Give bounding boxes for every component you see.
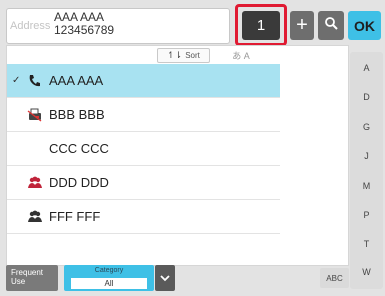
search-icon xyxy=(324,16,338,35)
list-item-label: CCC CCC xyxy=(49,141,109,156)
frequent-use-label-2: Use xyxy=(11,277,26,286)
index-letter-a[interactable]: A xyxy=(350,63,383,73)
category-dropdown-button[interactable] xyxy=(155,265,175,291)
list-item[interactable]: BBB BBB xyxy=(7,98,280,131)
frequent-use-label: Frequent xyxy=(11,268,44,277)
address-caption: Address xyxy=(10,20,51,32)
index-letter-m[interactable]: M xyxy=(350,181,383,191)
sort-bar: ↿⇂ Sort あ A xyxy=(7,46,348,64)
index-bar[interactable]: A D G J M P T W xyxy=(350,52,383,289)
list-item[interactable]: ✓ AAA AAA xyxy=(7,64,280,97)
index-letter-g[interactable]: G xyxy=(350,122,383,132)
phone-icon xyxy=(27,73,43,89)
ok-button[interactable]: OK xyxy=(348,11,381,40)
search-button[interactable] xyxy=(318,11,344,40)
sort-label: Sort xyxy=(185,51,200,60)
fax-icon xyxy=(27,107,43,123)
address-number: 123456789 xyxy=(54,23,115,37)
row-divider xyxy=(7,233,280,234)
check-icon: ✓ xyxy=(12,75,21,86)
index-letter-w[interactable]: W xyxy=(350,267,383,277)
chevron-down-icon xyxy=(160,269,170,287)
destination-count-button[interactable]: 1 xyxy=(242,11,280,40)
category-caption: Category xyxy=(94,267,124,274)
list-item-label: AAA AAA xyxy=(49,73,104,88)
index-letter-d[interactable]: D xyxy=(350,92,383,102)
list-item-label: FFF FFF xyxy=(49,209,101,224)
address-list: ↿⇂ Sort あ A ✓ AAA AAA BBB BBB CCC CCC DD… xyxy=(6,45,349,266)
address-book-screen: Address AAA AAA 123456789 1 + OK ↿⇂ Sort… xyxy=(0,0,385,296)
list-item[interactable]: FFF FFF xyxy=(7,200,280,233)
add-destination-button[interactable]: + xyxy=(290,11,314,40)
category-selector[interactable]: Category All xyxy=(64,265,154,291)
category-value: All xyxy=(71,278,147,289)
list-item[interactable]: DDD DDD xyxy=(7,166,280,199)
list-item[interactable]: CCC CCC xyxy=(7,132,280,165)
frequent-use-button[interactable]: Frequent Use xyxy=(6,265,58,291)
list-item-label: DDD DDD xyxy=(49,175,109,190)
group-icon xyxy=(27,175,43,191)
sort-icon: ↿⇂ xyxy=(167,50,183,60)
abc-toggle-button[interactable]: ABC xyxy=(320,268,349,288)
index-letter-t[interactable]: T xyxy=(350,239,383,249)
kana-toggle[interactable]: あ A xyxy=(221,48,261,63)
index-letter-j[interactable]: J xyxy=(350,151,383,161)
address-field[interactable]: Address AAA AAA 123456789 xyxy=(6,8,230,44)
group-icon xyxy=(27,209,43,225)
sort-button[interactable]: ↿⇂ Sort xyxy=(157,48,210,63)
index-letter-p[interactable]: P xyxy=(350,210,383,220)
list-item-label: BBB BBB xyxy=(49,107,105,122)
